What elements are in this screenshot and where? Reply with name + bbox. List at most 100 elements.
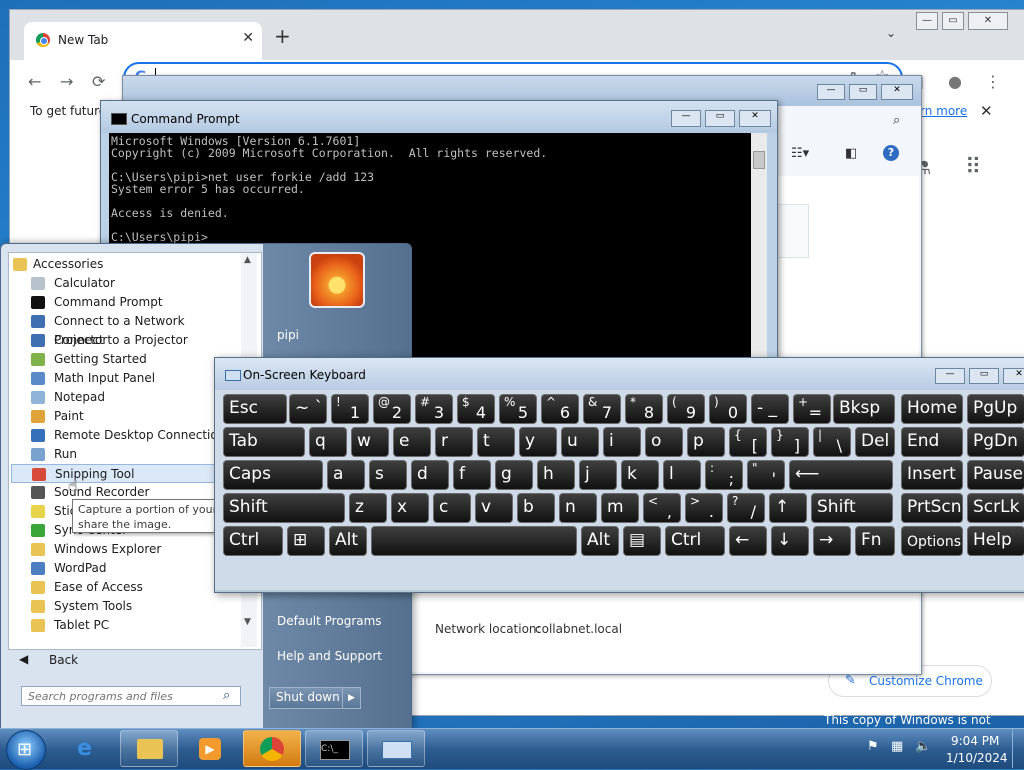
chrome-maximize-button[interactable]: ▭ (942, 12, 964, 30)
key-ctrl[interactable]: Ctrl (223, 526, 283, 556)
key-q[interactable]: q (309, 427, 347, 457)
chrome-close-button[interactable]: ✕ (968, 12, 1008, 30)
key-fn[interactable]: Fn (855, 526, 895, 556)
reload-icon[interactable]: ⟳ (92, 72, 105, 91)
key-quote[interactable]: " ' (747, 460, 785, 490)
user-name-link[interactable]: pipi (277, 328, 299, 342)
key-p[interactable]: p (687, 427, 725, 457)
key-caps[interactable]: Caps (223, 460, 323, 490)
start-menu-item[interactable]: Run (11, 445, 231, 464)
key-tab[interactable]: Tab (223, 427, 305, 457)
start-button[interactable]: ⊞ (6, 730, 46, 770)
key-space[interactable] (371, 526, 577, 556)
key-b[interactable]: b (517, 493, 555, 523)
network-icon[interactable]: ▦ (891, 739, 903, 754)
apps-grid-icon[interactable]: ⠿ (965, 155, 981, 180)
key-a[interactable]: a (327, 460, 365, 490)
key-lb[interactable]: {[ (729, 427, 767, 457)
start-menu-item[interactable]: Accessories (9, 255, 229, 274)
explorer-minimize-button[interactable]: — (817, 84, 845, 100)
key-help[interactable]: Help (967, 526, 1024, 556)
close-tab-icon[interactable]: ✕ (242, 30, 254, 46)
key-x[interactable]: x (391, 493, 429, 523)
key-enter[interactable]: ⟵ (789, 460, 893, 490)
key-del[interactable]: Del (855, 427, 895, 457)
key-k5[interactable]: % 5 (499, 394, 537, 424)
taskbar-media-button[interactable]: ▶ (182, 730, 240, 767)
start-menu-item[interactable]: Calculator (11, 274, 231, 293)
key-d[interactable]: d (411, 460, 449, 490)
taskbar-cmd-button[interactable]: C:\_ (305, 730, 363, 767)
infobar-close-icon[interactable]: ✕ (980, 102, 993, 120)
cmd-close-button[interactable]: ✕ (739, 110, 771, 127)
key-win[interactable]: ⊞ (287, 526, 325, 556)
key-minus[interactable]: - _ (751, 394, 789, 424)
tab-search-icon[interactable]: ⌄ (886, 26, 896, 40)
start-menu-item[interactable]: Command Prompt (11, 293, 231, 312)
chrome-tab-new-tab[interactable]: New Tab ✕ (24, 22, 262, 60)
clock-date[interactable]: 1/10/2024 (946, 751, 1008, 765)
key-k7[interactable]: & 7 (583, 394, 621, 424)
view-options-icon[interactable]: ☷▾ (791, 146, 809, 161)
key-pgdn[interactable]: PgDn (967, 427, 1024, 457)
key-z[interactable]: z (349, 493, 387, 523)
key-k6[interactable]: ^ 6 (541, 394, 579, 424)
show-desktop-button[interactable] (1012, 729, 1024, 768)
key-rb[interactable]: }] (771, 427, 809, 457)
key-options[interactable]: Options (901, 526, 963, 556)
explorer-close-button[interactable]: ✕ (881, 84, 913, 100)
key-v[interactable]: v (475, 493, 513, 523)
key-o[interactable]: o (645, 427, 683, 457)
key-j[interactable]: j (579, 460, 617, 490)
key-bslash[interactable]: | \ (813, 427, 851, 457)
scroll-down-icon[interactable]: ▼ (244, 617, 251, 627)
key-end[interactable]: End (901, 427, 963, 457)
shut-down-button[interactable]: Shut down ▶ (269, 687, 361, 709)
cmd-minimize-button[interactable]: — (671, 110, 701, 127)
key-insert[interactable]: Insert (901, 460, 963, 490)
key-home[interactable]: Home (901, 394, 963, 424)
start-menu-item[interactable]: Paint (11, 407, 231, 426)
key-semi[interactable]: :; (705, 460, 743, 490)
key-l[interactable]: l (663, 460, 701, 490)
start-menu-item[interactable]: Windows Explorer (11, 540, 231, 559)
key-f[interactable]: f (453, 460, 491, 490)
key-u[interactable]: u (561, 427, 599, 457)
osk-close-button[interactable]: ✕ (1003, 368, 1024, 384)
key-down[interactable]: ↓ (771, 526, 809, 556)
start-menu-item[interactable]: Remote Desktop Connection (11, 426, 231, 445)
cmd-maximize-button[interactable]: ▭ (705, 110, 735, 127)
start-menu-item[interactable]: Connect to a Network Projector (11, 312, 231, 347)
chrome-minimize-button[interactable]: — (916, 12, 938, 30)
key-prtscn[interactable]: PrtScn (901, 493, 963, 523)
key-h[interactable]: h (537, 460, 575, 490)
key-k3[interactable]: #3 (415, 394, 453, 424)
default-programs-link[interactable]: Default Programs (277, 614, 382, 628)
forward-icon[interactable]: → (60, 72, 73, 91)
start-menu-item[interactable]: Ease of Access (11, 578, 231, 597)
volume-muted-icon[interactable]: 🔈 (915, 739, 931, 754)
chrome-menu-icon[interactable]: ⋮ (985, 72, 1001, 91)
back-button[interactable]: ◀ Back (15, 650, 255, 674)
key-y[interactable]: y (519, 427, 557, 457)
key-dot[interactable]: >. (685, 493, 723, 523)
key-m[interactable]: m (601, 493, 639, 523)
key-t[interactable]: t (477, 427, 515, 457)
profile-icon[interactable]: ● (948, 72, 962, 91)
key-k[interactable]: k (621, 460, 659, 490)
start-menu-item[interactable]: WordPad (11, 559, 231, 578)
cmd-scrollbar-thumb[interactable] (753, 151, 765, 169)
key-k1[interactable]: ! 1 (331, 394, 369, 424)
explorer-search-icon[interactable]: ⌕ (893, 113, 900, 128)
key-c[interactable]: c (433, 493, 471, 523)
new-tab-button[interactable]: + (274, 24, 291, 48)
shut-down-arrow-icon[interactable]: ▶ (342, 688, 360, 708)
start-menu-item[interactable]: Snipping Tool (11, 464, 231, 483)
key-k4[interactable]: $4 (457, 394, 495, 424)
cmd-scrollbar[interactable] (751, 133, 767, 359)
start-menu-item[interactable]: Getting Started (11, 350, 231, 369)
key-slash[interactable]: ? / (727, 493, 765, 523)
key-g[interactable]: g (495, 460, 533, 490)
taskbar-ie-button[interactable]: e (60, 730, 118, 767)
taskbar-osk-button[interactable] (367, 730, 425, 767)
